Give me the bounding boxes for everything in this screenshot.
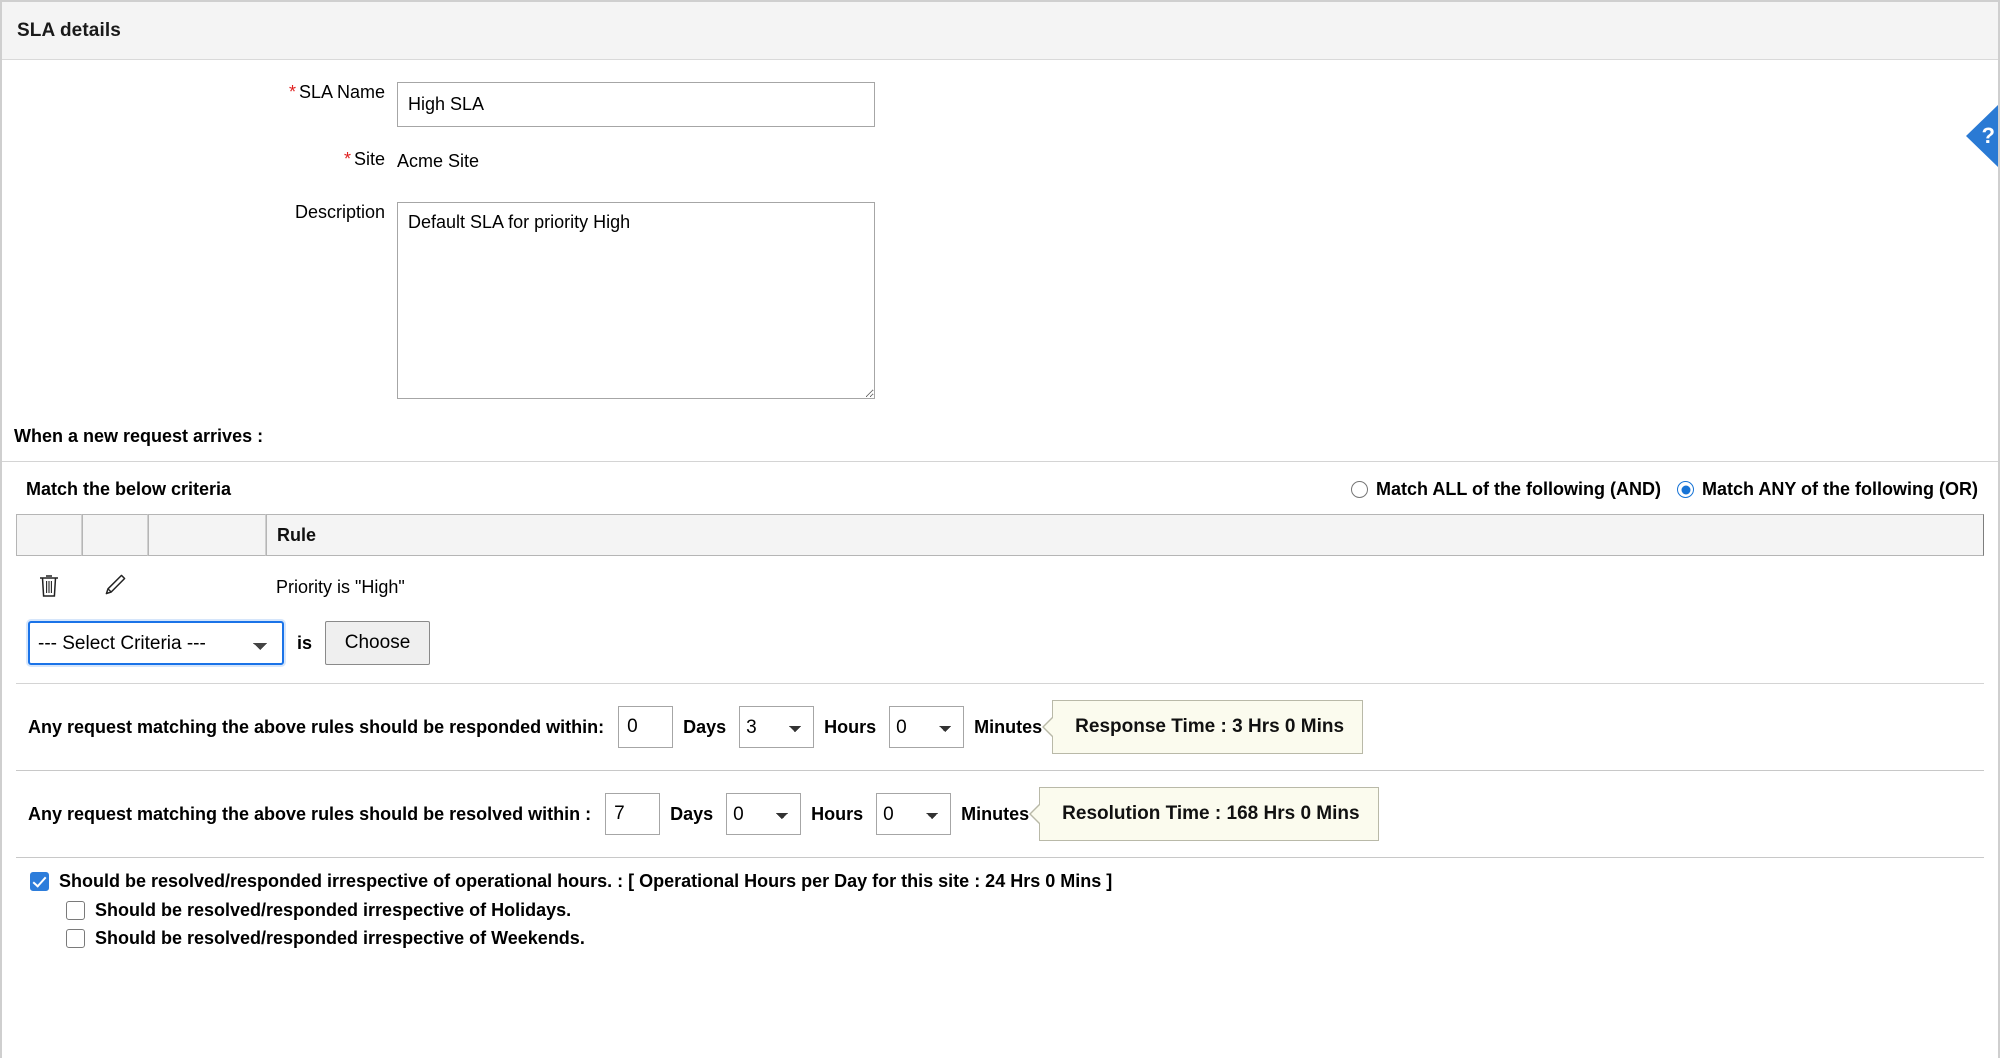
- operational-hours-checkbox[interactable]: [30, 872, 49, 891]
- sla-name-row: *SLA Name: [2, 82, 1998, 127]
- resolution-time-callout: Resolution Time : 168 Hrs 0 Mins: [1039, 787, 1378, 841]
- holidays-checkbox[interactable]: [66, 901, 85, 920]
- resolution-time-label: Any request matching the above rules sho…: [28, 804, 591, 825]
- is-label: is: [297, 633, 312, 654]
- question-mark-icon: ?: [1982, 125, 1995, 147]
- description-label-text: Description: [295, 202, 385, 222]
- holidays-label: Should be resolved/responded irrespectiv…: [95, 899, 571, 922]
- criteria-title: Match the below criteria: [26, 479, 231, 500]
- match-mode-group: Match ALL of the following (AND) Match A…: [1335, 479, 1978, 500]
- rule-table: Rule: [16, 514, 1984, 618]
- required-asterisk: *: [344, 149, 351, 169]
- description-field-wrap: Default SLA for priority High: [397, 202, 1998, 404]
- criteria-header-row: Match the below criteria Match ALL of th…: [16, 462, 1984, 514]
- col-rule-header: Rule: [266, 514, 1984, 556]
- rule-spacer-cell: [148, 556, 266, 618]
- response-time-label: Any request matching the above rules sho…: [28, 717, 604, 738]
- rule-delete-cell: [16, 556, 82, 618]
- section-header: SLA details: [2, 2, 1998, 60]
- description-label: Description: [2, 202, 397, 224]
- resolution-minutes-select[interactable]: 0: [876, 793, 951, 835]
- required-asterisk: *: [289, 82, 296, 102]
- response-time-row: Any request matching the above rules sho…: [16, 684, 1984, 771]
- weekends-option[interactable]: Should be resolved/responded irrespectiv…: [30, 927, 1984, 950]
- holidays-option[interactable]: Should be resolved/responded irrespectiv…: [30, 899, 1984, 922]
- sla-name-label: *SLA Name: [2, 82, 397, 104]
- response-minutes-select[interactable]: 0: [889, 706, 964, 748]
- radio-match-all[interactable]: Match ALL of the following (AND): [1351, 479, 1661, 500]
- resolution-days-unit: Days: [670, 804, 713, 825]
- sla-name-field-wrap: [397, 82, 1998, 127]
- radio-circle-match-all[interactable]: [1351, 481, 1368, 498]
- site-label-text: Site: [354, 149, 385, 169]
- operational-hours-option[interactable]: Should be resolved/responded irrespectiv…: [30, 870, 1984, 893]
- site-label: *Site: [2, 149, 397, 171]
- choose-button[interactable]: Choose: [325, 621, 430, 665]
- sla-name-input[interactable]: [397, 82, 875, 127]
- rule-text-cell: Priority is "High": [266, 556, 1984, 618]
- trash-icon[interactable]: [35, 572, 63, 602]
- table-row: Priority is "High": [16, 556, 1984, 618]
- rule-table-header-row: Rule: [16, 514, 1984, 556]
- response-minutes-unit: Minutes: [974, 717, 1042, 738]
- page-title: SLA details: [17, 20, 121, 42]
- col-edit-header: [82, 514, 148, 556]
- response-time-callout: Response Time : 3 Hrs 0 Mins: [1052, 700, 1363, 754]
- col-delete-header: [16, 514, 82, 556]
- resolution-days-input[interactable]: [605, 793, 660, 835]
- radio-match-any-label: Match ANY of the following (OR): [1702, 479, 1978, 500]
- radio-circle-match-any[interactable]: [1677, 481, 1694, 498]
- rule-table-body: Priority is "High": [16, 556, 1984, 618]
- response-hours-unit: Hours: [824, 717, 876, 738]
- response-days-input[interactable]: [618, 706, 673, 748]
- site-field-wrap: Acme Site: [397, 149, 1998, 172]
- operational-hours-label: Should be resolved/responded irrespectiv…: [59, 870, 1112, 893]
- when-request-arrives-title: When a new request arrives :: [14, 426, 263, 446]
- criteria-select[interactable]: --- Select Criteria ---: [28, 621, 284, 665]
- col-spacer-header: [148, 514, 266, 556]
- response-hours-select[interactable]: 3: [739, 706, 814, 748]
- radio-match-any[interactable]: Match ANY of the following (OR): [1677, 479, 1978, 500]
- rule-table-head: Rule: [16, 514, 1984, 556]
- description-textarea[interactable]: Default SLA for priority High: [397, 202, 875, 399]
- pencil-icon[interactable]: [101, 572, 129, 602]
- sla-details-form: *SLA Name *Site Acme Site Description De…: [2, 60, 1998, 414]
- site-value: Acme Site: [397, 149, 1998, 172]
- irrespective-options-group: Should be resolved/responded irrespectiv…: [16, 858, 1984, 950]
- add-criteria-row: --- Select Criteria --- is Choose: [16, 618, 1984, 684]
- rule-edit-cell: [82, 556, 148, 618]
- sla-details-page: SLA details *SLA Name *Site Acme Site De…: [0, 0, 2000, 1058]
- weekends-label: Should be resolved/responded irrespectiv…: [95, 927, 585, 950]
- resolution-minutes-unit: Minutes: [961, 804, 1029, 825]
- resolution-hours-select[interactable]: 0: [726, 793, 801, 835]
- sla-name-label-text: SLA Name: [299, 82, 385, 102]
- description-row: Description Default SLA for priority Hig…: [2, 202, 1998, 404]
- site-row: *Site Acme Site: [2, 149, 1998, 172]
- weekends-checkbox[interactable]: [66, 929, 85, 948]
- criteria-panel: Match the below criteria Match ALL of th…: [2, 462, 1998, 950]
- resolution-hours-unit: Hours: [811, 804, 863, 825]
- resolution-time-row: Any request matching the above rules sho…: [16, 771, 1984, 858]
- radio-match-all-label: Match ALL of the following (AND): [1376, 479, 1661, 500]
- when-request-arrives-bar: When a new request arrives :: [2, 414, 1998, 462]
- help-tab-button[interactable]: ?: [1966, 105, 1998, 167]
- response-days-unit: Days: [683, 717, 726, 738]
